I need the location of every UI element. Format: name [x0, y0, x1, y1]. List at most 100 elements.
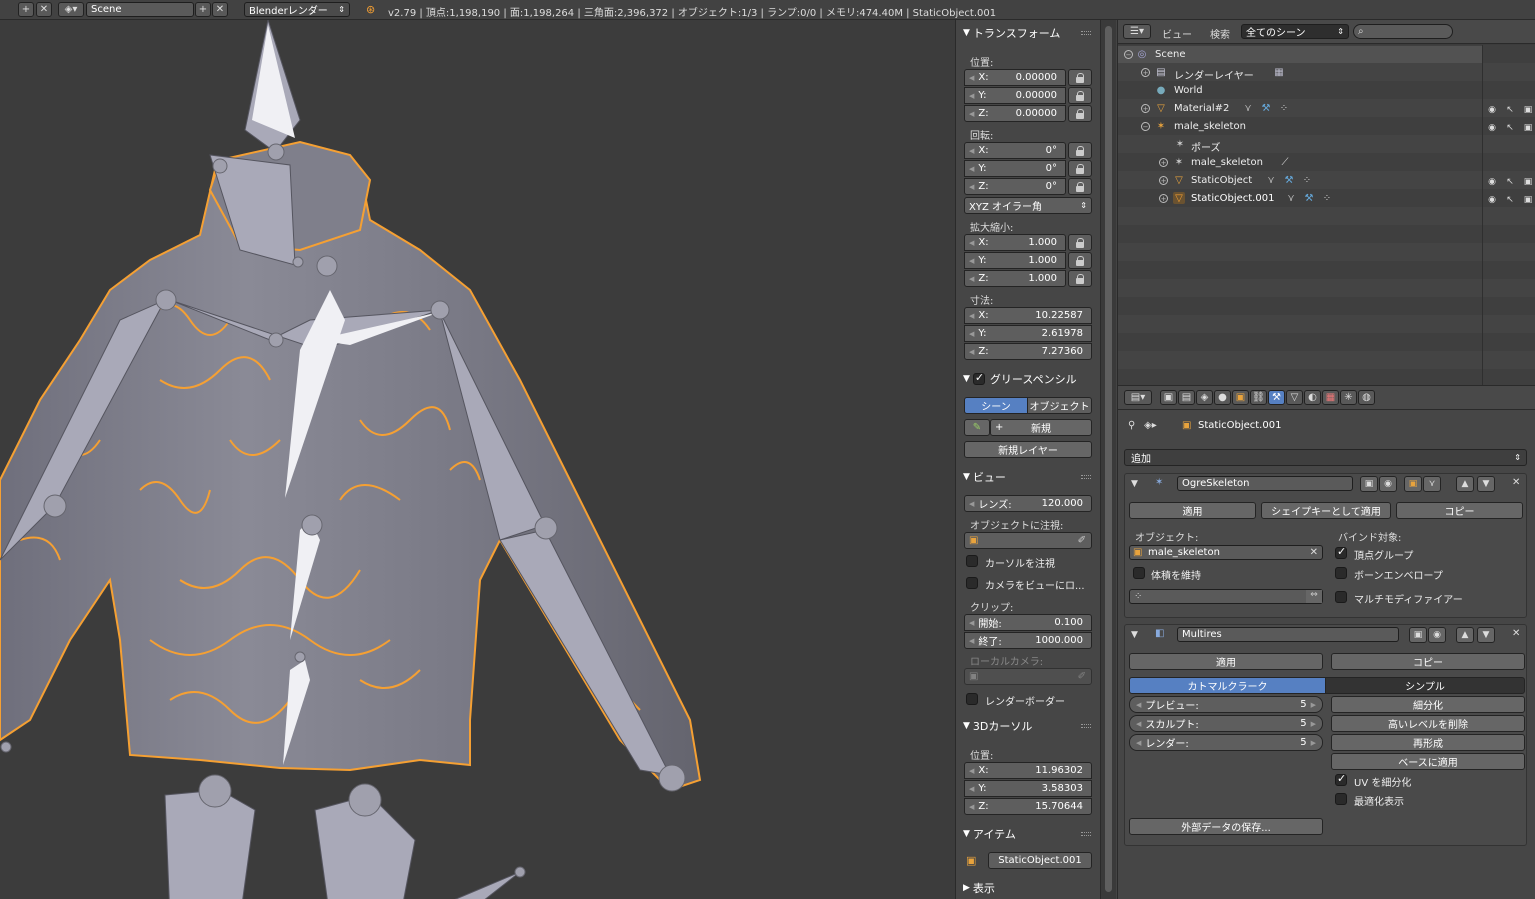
location-x-field[interactable]: ◀ X: 0.00000 [964, 69, 1066, 86]
collapse-arrow-icon[interactable]: ▼ [1131, 479, 1138, 489]
rotation-y-field[interactable]: ◀ Y: 0° [964, 160, 1066, 177]
move-down-icon[interactable]: ▼ [1477, 627, 1495, 643]
scene-remove-button[interactable]: ✕ [212, 2, 228, 17]
drag-grip-icon[interactable] [1081, 724, 1091, 728]
expand-toggle-icon[interactable]: + [1159, 194, 1168, 203]
pin-icon[interactable]: ⚲ [1128, 420, 1135, 431]
visibility-eye-icon[interactable]: ◉ [1487, 105, 1497, 115]
scale-z-field[interactable]: ◀ Z: 1.000 [964, 270, 1066, 287]
visibility-eye-icon[interactable]: ◉ [1487, 177, 1497, 187]
selectable-cursor-icon[interactable]: ↖ [1505, 195, 1515, 205]
move-down-icon[interactable]: ▼ [1477, 476, 1495, 492]
render-levels-field[interactable]: ◀ レンダー: 5 ▶ [1129, 734, 1323, 751]
cage-toggle-icon[interactable]: ⋎ [1423, 476, 1441, 492]
render-border-checkbox[interactable] [966, 693, 978, 705]
render-camera-icon[interactable]: ▣ [1523, 123, 1533, 133]
cursor-z-field[interactable]: ◀ Z: 15.70644 [964, 798, 1092, 815]
grease-browse-button[interactable]: ✎ [964, 419, 990, 436]
delete-higher-button[interactable]: 高いレベルを削除 [1331, 715, 1525, 732]
subdivide-button[interactable]: 細分化 [1331, 696, 1525, 713]
render-tab-icon[interactable]: ▣ [1160, 390, 1177, 405]
scale-y-field[interactable]: ◀ Y: 1.000 [964, 252, 1066, 269]
constraints-tab-icon[interactable]: ⛓ [1250, 390, 1267, 405]
expand-toggle-icon[interactable]: + [1141, 68, 1150, 77]
dimensions-y-field[interactable]: ◀ Y: 2.61978 [964, 325, 1092, 342]
subdivide-uvs-checkbox[interactable] [1335, 772, 1347, 786]
render-camera-icon[interactable]: ▣ [1523, 195, 1533, 205]
modifiers-tab-icon[interactable]: ⚒ [1268, 390, 1285, 405]
3d-cursor-panel-header[interactable]: ▼ 3Dカーソル [956, 717, 1100, 735]
grease-tab-object[interactable]: オブジェクト [1027, 397, 1092, 414]
clear-icon[interactable]: ✕ [1310, 547, 1318, 558]
location-z-field[interactable]: ◀ Z: 0.00000 [964, 105, 1066, 122]
screen-layout-add-button[interactable]: + [18, 2, 34, 17]
3d-viewport[interactable] [0, 20, 955, 899]
outliner-search-input[interactable]: ⌕ [1353, 24, 1453, 39]
move-up-icon[interactable]: ▲ [1456, 627, 1474, 643]
lock-rotation-z-toggle[interactable] [1068, 178, 1092, 195]
lock-scale-x-toggle[interactable] [1068, 234, 1092, 251]
scale-x-field[interactable]: ◀ X: 1.000 [964, 234, 1066, 251]
editmode-toggle-icon[interactable]: ▣ [1404, 476, 1422, 492]
display-panel-header[interactable]: ▶ 表示 [956, 879, 1100, 897]
location-y-field[interactable]: ◀ Y: 0.00000 [964, 87, 1066, 104]
lock-camera-checkbox[interactable] [966, 577, 978, 589]
preview-levels-field[interactable]: ◀ プレビュー: 5 ▶ [1129, 696, 1323, 713]
remove-modifier-icon[interactable]: ✕ [1512, 628, 1520, 639]
sculpt-levels-field[interactable]: ◀ スカルプト: 5 ▶ [1129, 715, 1323, 732]
eyedropper-icon[interactable]: ✐ [1078, 535, 1086, 546]
scene-browse-button[interactable]: ◈▾ [58, 2, 84, 17]
add-modifier-select[interactable]: 追加 ⇕ [1124, 449, 1527, 466]
grease-new-button[interactable]: + 新規 [990, 419, 1092, 436]
physics-tab-icon[interactable]: ◍ [1358, 390, 1375, 405]
armature-copy-button[interactable]: コピー [1396, 502, 1523, 519]
viewport-toggle-icon[interactable]: ◉ [1379, 476, 1397, 492]
save-external-button[interactable]: 外部データの保存... [1129, 818, 1323, 835]
item-name-field[interactable]: StaticObject.001 [988, 852, 1092, 869]
visibility-eye-icon[interactable]: ◉ [1487, 123, 1497, 133]
lock-object-field[interactable]: ▣ ✐ [964, 532, 1092, 549]
collapse-arrow-icon[interactable]: ▼ [1131, 630, 1138, 640]
bone-envelopes-checkbox[interactable] [1335, 567, 1347, 579]
armature-apply-shape-button[interactable]: シェイプキーとして適用 [1261, 502, 1391, 519]
drag-grip-icon[interactable] [1081, 832, 1091, 836]
lock-rotation-y-toggle[interactable] [1068, 160, 1092, 177]
scene-add-button[interactable]: + [195, 2, 211, 17]
selectable-cursor-icon[interactable]: ↖ [1505, 123, 1515, 133]
render-camera-icon[interactable]: ▣ [1523, 177, 1533, 187]
preserve-volume-checkbox[interactable] [1133, 567, 1145, 579]
simple-tab[interactable]: シンプル [1325, 677, 1525, 694]
apply-base-button[interactable]: ベースに適用 [1331, 753, 1525, 770]
dimensions-x-field[interactable]: ◀ X: 10.22587 [964, 307, 1092, 324]
scene-name-field[interactable]: Scene [86, 2, 194, 17]
visibility-eye-icon[interactable]: ◉ [1487, 195, 1497, 205]
outliner-search-menu[interactable]: 検索 [1210, 26, 1230, 41]
particles-tab-icon[interactable]: ✳ [1340, 390, 1357, 405]
texture-tab-icon[interactable]: ▦ [1322, 390, 1339, 405]
reshape-button[interactable]: 再形成 [1331, 734, 1525, 751]
editor-type-button[interactable]: ☰▾ [1123, 24, 1151, 39]
collapse-toggle-icon[interactable]: − [1124, 50, 1133, 59]
grease-new-layer-button[interactable]: 新規レイヤー [964, 441, 1092, 458]
lock-location-y-toggle[interactable] [1068, 87, 1092, 104]
vertex-group-field[interactable]: ⁘ ⇔ [1129, 589, 1323, 604]
editor-type-button[interactable]: ▤▾ [1124, 390, 1152, 405]
multires-apply-button[interactable]: 適用 [1129, 653, 1323, 670]
data-tab-icon[interactable]: ▽ [1286, 390, 1303, 405]
lock-cursor-checkbox[interactable] [966, 555, 978, 567]
lock-scale-y-toggle[interactable] [1068, 252, 1092, 269]
catmull-clark-tab[interactable]: カトマルクラーク [1129, 677, 1326, 694]
world-tab-icon[interactable]: ● [1214, 390, 1231, 405]
scene-tab-icon[interactable]: ◈ [1196, 390, 1213, 405]
lock-scale-z-toggle[interactable] [1068, 270, 1092, 287]
armature-apply-button[interactable]: 適用 [1129, 502, 1256, 519]
optimal-display-checkbox[interactable] [1335, 793, 1347, 805]
selectable-cursor-icon[interactable]: ↖ [1505, 177, 1515, 187]
transform-panel-header[interactable]: ▼ トランスフォーム [956, 24, 1100, 42]
rotation-x-field[interactable]: ◀ X: 0° [964, 142, 1066, 159]
move-up-icon[interactable]: ▲ [1456, 476, 1474, 492]
render-camera-icon[interactable]: ▣ [1523, 105, 1533, 115]
grease-pencil-panel-header[interactable]: ▼グリースペンシル [956, 370, 1100, 388]
remove-modifier-icon[interactable]: ✕ [1512, 477, 1520, 488]
render-layers-tab-icon[interactable]: ▤ [1178, 390, 1195, 405]
